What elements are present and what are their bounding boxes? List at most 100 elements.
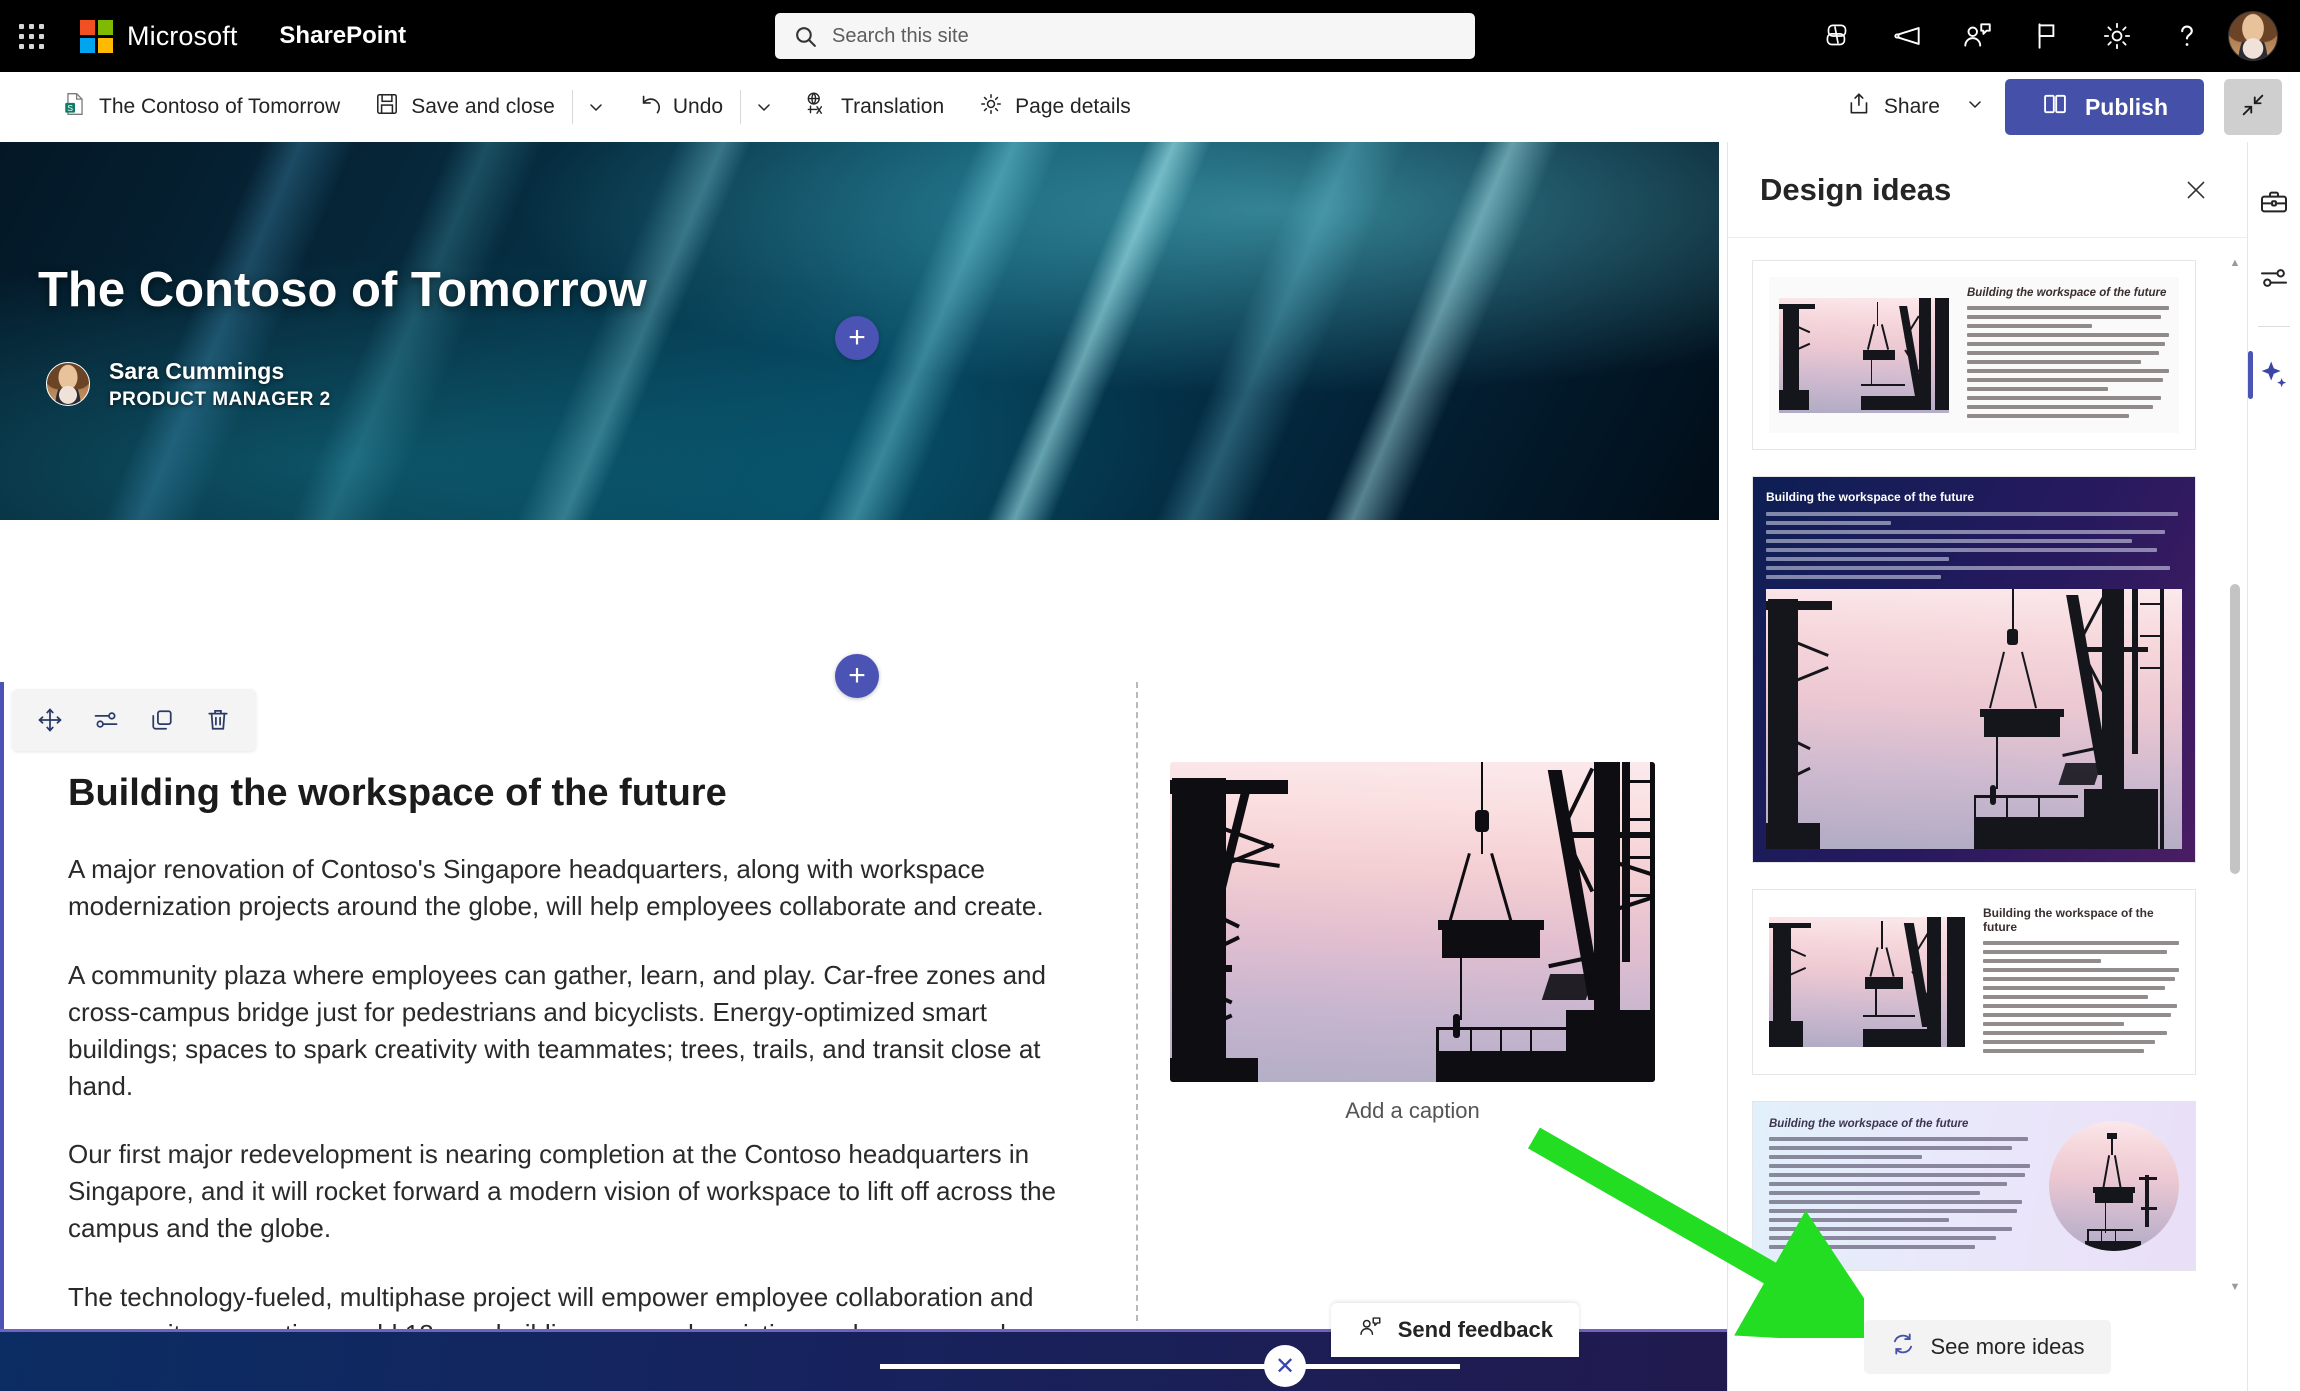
flag-icon[interactable] bbox=[2012, 0, 2082, 72]
translation-icon bbox=[804, 91, 830, 123]
send-feedback-label: Send feedback bbox=[1397, 1317, 1553, 1342]
sparkle-icon[interactable] bbox=[2247, 337, 2300, 413]
construction-photo[interactable] bbox=[1170, 762, 1655, 1082]
author-role: PRODUCT MANAGER 2 bbox=[109, 389, 331, 411]
collapse-ribbon-button[interactable] bbox=[2224, 79, 2282, 135]
toolbox-icon[interactable] bbox=[2248, 164, 2300, 240]
command-bar-right-actions: Share Publish bbox=[1827, 79, 2282, 135]
translation-button[interactable]: Translation bbox=[790, 80, 958, 134]
feedback-person-chat-icon bbox=[1357, 1314, 1383, 1346]
add-section-button[interactable]: + bbox=[835, 654, 879, 698]
footer-rule bbox=[880, 1364, 1460, 1369]
author-name: Sara Cummings bbox=[109, 358, 285, 384]
card-heading: Building the workspace of the future bbox=[1766, 490, 1975, 504]
collapse-icon bbox=[2239, 91, 2267, 124]
microsoft-squares-icon bbox=[80, 19, 113, 53]
page-section-left: Building the workspace of the future A m… bbox=[0, 682, 1136, 1391]
panel-scrollbar[interactable]: ▲ ▼ bbox=[2227, 254, 2243, 1296]
svg-text:S: S bbox=[67, 103, 73, 113]
panel-header: Design ideas bbox=[1728, 142, 2247, 238]
duplicate-icon[interactable] bbox=[136, 694, 188, 746]
text-webpart[interactable]: Building the workspace of the future A m… bbox=[68, 772, 1090, 1391]
page-details-button[interactable]: Page details bbox=[964, 80, 1145, 134]
avatar[interactable] bbox=[2228, 11, 2278, 61]
author-byline: Sara Cummings PRODUCT MANAGER 2 bbox=[46, 356, 331, 413]
right-rail bbox=[2247, 142, 2300, 1391]
undo-button[interactable]: Undo bbox=[622, 80, 737, 134]
article-paragraph[interactable]: Our first major redevelopment is nearing… bbox=[68, 1136, 1090, 1247]
close-icon[interactable] bbox=[2173, 167, 2219, 213]
send-feedback-button[interactable]: Send feedback bbox=[1330, 1303, 1579, 1357]
page-details-gear-icon bbox=[978, 91, 1004, 123]
edit-properties-sliders-icon[interactable] bbox=[80, 694, 132, 746]
panel-scroll-down-icon[interactable]: ▼ bbox=[2227, 1278, 2243, 1296]
design-idea-card[interactable]: Building the workspace of the future bbox=[1752, 889, 2196, 1075]
refresh-icon bbox=[1890, 1331, 1916, 1363]
add-section-button[interactable]: + bbox=[835, 316, 879, 360]
card-heading: Building the workspace of the future bbox=[1967, 287, 2167, 299]
card-circle-image bbox=[2049, 1121, 2179, 1251]
design-idea-card[interactable]: Building the workspace of the future bbox=[1752, 260, 2196, 450]
app-name-sharepoint[interactable]: SharePoint bbox=[279, 22, 406, 50]
column-divider bbox=[1136, 682, 1138, 1321]
megaphone-icon[interactable] bbox=[1872, 0, 1942, 72]
panel-title: Design ideas bbox=[1760, 171, 1952, 207]
search-icon bbox=[793, 24, 818, 49]
divider bbox=[2258, 326, 2290, 327]
save-and-close-button[interactable]: Save and close bbox=[360, 80, 569, 134]
page-canvas: The Contoso of Tomorrow Sara Cummings PR… bbox=[0, 142, 1727, 1391]
webpart-toolbar bbox=[12, 689, 256, 751]
copilot-icon[interactable] bbox=[1802, 0, 1872, 72]
undo-label: Undo bbox=[672, 95, 724, 118]
card-image bbox=[1766, 589, 2182, 849]
share-label: Share bbox=[1883, 95, 1940, 118]
close-icon[interactable]: ✕ bbox=[1264, 1345, 1306, 1387]
card-heading: Building the workspace of the future bbox=[1983, 906, 2154, 934]
help-icon[interactable] bbox=[2152, 0, 2222, 72]
card-body-text bbox=[1766, 512, 2182, 579]
design-idea-card[interactable]: Building the workspace of the future bbox=[1752, 476, 2196, 863]
save-options-chevron-down-icon[interactable] bbox=[576, 80, 616, 134]
image-caption-input[interactable]: Add a caption bbox=[1170, 1098, 1655, 1124]
card-thumbnail bbox=[1769, 917, 1965, 1047]
article-heading[interactable]: Building the workspace of the future bbox=[68, 772, 1090, 815]
brand-label: Microsoft bbox=[127, 20, 238, 51]
delete-icon[interactable] bbox=[192, 694, 244, 746]
see-more-ideas-label: See more ideas bbox=[1930, 1334, 2085, 1359]
panel-footer: See more ideas bbox=[1728, 1303, 2247, 1391]
see-more-ideas-button[interactable]: See more ideas bbox=[1864, 1320, 2111, 1374]
page-name-button[interactable]: S The Contoso of Tomorrow bbox=[48, 80, 354, 134]
page-title[interactable]: The Contoso of Tomorrow bbox=[38, 262, 647, 318]
panel-card-list: Building the workspace of the future Bui… bbox=[1728, 238, 2247, 1303]
share-button[interactable]: Share bbox=[1833, 80, 1999, 134]
search-box[interactable] bbox=[775, 13, 1475, 59]
publish-book-icon bbox=[2041, 90, 2069, 124]
share-chevron-down-icon[interactable] bbox=[1965, 94, 1985, 120]
suite-actions bbox=[1802, 0, 2288, 72]
design-idea-card[interactable]: Building the workspace of the future bbox=[1752, 1101, 2196, 1271]
chat-person-icon[interactable] bbox=[1942, 0, 2012, 72]
publish-label: Publish bbox=[2084, 93, 2168, 120]
search-input[interactable] bbox=[832, 24, 1457, 48]
command-bar: S The Contoso of Tomorrow Save and close… bbox=[0, 72, 2300, 142]
article-paragraph[interactable]: A major renovation of Contoso's Singapor… bbox=[68, 851, 1090, 925]
card-body-text bbox=[1983, 941, 2179, 1053]
publish-button[interactable]: Publish bbox=[2004, 79, 2204, 135]
sliders-icon[interactable] bbox=[2248, 240, 2300, 316]
save-and-close-label: Save and close bbox=[411, 95, 555, 118]
panel-scroll-up-icon[interactable]: ▲ bbox=[2227, 254, 2243, 272]
image-webpart[interactable]: Add a caption bbox=[1170, 762, 1655, 1124]
page-details-label: Page details bbox=[1015, 95, 1131, 118]
page-name-label: The Contoso of Tomorrow bbox=[99, 95, 341, 118]
microsoft-logo[interactable]: Microsoft bbox=[80, 19, 238, 53]
gear-icon[interactable] bbox=[2082, 0, 2152, 72]
article-paragraph[interactable]: A community plaza where employees can ga… bbox=[68, 957, 1090, 1105]
move-icon[interactable] bbox=[24, 694, 76, 746]
card-heading: Building the workspace of the future bbox=[1769, 1118, 1969, 1130]
undo-icon bbox=[636, 91, 662, 123]
undo-options-chevron-down-icon[interactable] bbox=[744, 80, 784, 134]
panel-scroll-thumb[interactable] bbox=[2230, 584, 2240, 874]
app-launcher-button[interactable] bbox=[0, 0, 62, 72]
card-body-text bbox=[1769, 1137, 2033, 1249]
author-avatar bbox=[46, 362, 90, 407]
